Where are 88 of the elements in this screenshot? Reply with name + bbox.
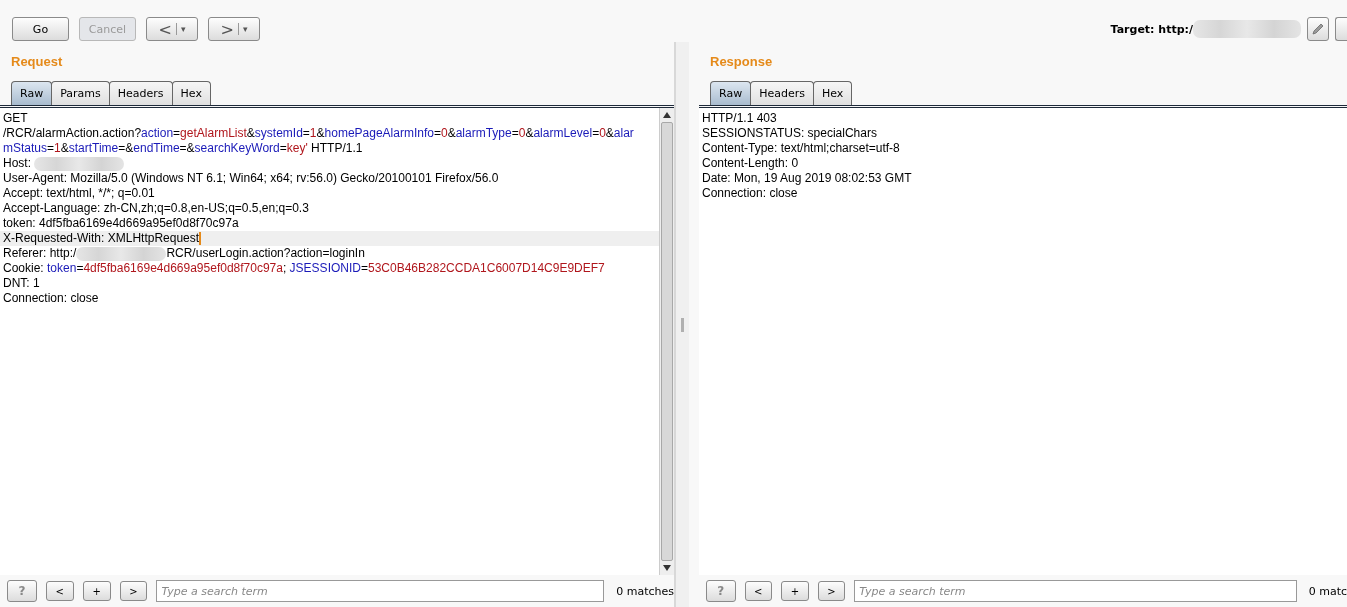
code-text: = xyxy=(47,141,55,156)
code-text: HTTP/1.1 xyxy=(310,141,363,156)
code-text: Cookie: xyxy=(3,261,45,276)
text-cursor xyxy=(199,232,202,245)
code-text: 1 xyxy=(309,126,317,141)
help-button[interactable] xyxy=(1335,17,1347,41)
code-text: User-Agent: Mozilla/5.0 (Windows NT 6.1; Win64; x64; rv:56.0) Gecko/20100101 Firefox/56.0 xyxy=(3,171,499,186)
code-text: homePageAlarmInfo xyxy=(324,126,434,141)
code-text: = xyxy=(592,126,600,141)
code-text: & xyxy=(525,126,534,141)
scrollbar[interactable] xyxy=(659,108,674,575)
search-field[interactable]: Type a search term xyxy=(854,580,1297,602)
code-text: mStatus xyxy=(3,141,47,156)
code-text: =& xyxy=(179,141,195,156)
history-button[interactable]: > ▾ xyxy=(208,17,260,41)
code-text: 1 xyxy=(54,141,61,156)
code-text: & xyxy=(447,126,456,141)
code-text: startTime xyxy=(68,141,119,156)
code-text: = xyxy=(279,141,287,156)
code-text: Accept: text/html, */*; q=0.01 xyxy=(3,186,155,201)
code-text: DNT: 1 xyxy=(3,276,40,291)
code-text: = xyxy=(302,126,310,141)
code-text: JSESSIONID xyxy=(289,261,361,276)
tab[interactable]: Headers xyxy=(750,81,814,105)
previous-button[interactable]: < xyxy=(45,581,74,601)
code-text: /RCR/alarmAction.action? xyxy=(3,126,142,141)
pane-title: Response xyxy=(709,53,774,68)
pencil-icon xyxy=(1311,22,1325,36)
code-text: endTime xyxy=(133,141,180,156)
code-text: & xyxy=(60,141,69,156)
code-text: =& xyxy=(118,141,134,156)
code-text: Accept-Language: zh-CN,zh;q=0.8,en-US;q=0.5,en;q=0.3 xyxy=(3,201,309,216)
code-text: token xyxy=(47,261,77,276)
previous-button[interactable]: < xyxy=(744,581,773,601)
text-editor[interactable]: HTTP/1.1 403 SESSIONSTATUS: specialChars Content-Type: text/html;charset=utf-8 Content-Length: 0 Date: Mon, 19 Aug 2019 08:02:53 GMT Connection: close xyxy=(699,108,1347,575)
code-text: 0 xyxy=(441,126,448,141)
tab[interactable]: Params xyxy=(51,81,110,105)
code-text: Date: Mon, 19 Aug 2019 08:02:53 GMT xyxy=(702,171,912,186)
code-text: & xyxy=(246,126,255,141)
tab[interactable]: Headers xyxy=(108,81,173,105)
code-text: RCR/userLogin.action?action=loginIn xyxy=(166,246,365,261)
code-text: Connection: close xyxy=(3,291,99,306)
code-text: key' xyxy=(286,141,308,156)
code-text: Content-Type: text/html;charset=utf-8 xyxy=(702,141,900,156)
code-text: SESSIONSTATUS: specialChars xyxy=(702,126,877,141)
code-text: 0 xyxy=(599,126,606,141)
code-text: X-Requested-With: XMLHttpRequest xyxy=(3,231,200,246)
toolbar-button[interactable]: Go xyxy=(12,17,69,41)
code-text: 4df5fba6169e4d669a95ef0d8f70c97a xyxy=(83,261,283,276)
code-text: Connection: close xyxy=(702,186,798,201)
code-text: & xyxy=(316,126,325,141)
code-text: = xyxy=(173,126,181,141)
tab[interactable]: Hex xyxy=(171,81,211,105)
code-text: alar xyxy=(613,126,634,141)
code-text: = xyxy=(360,261,368,276)
code-text: 0 xyxy=(518,126,526,141)
code-text: searchKeyWord xyxy=(194,141,280,156)
code-text: = xyxy=(76,261,84,276)
next-button[interactable]: > xyxy=(817,581,846,601)
match-count: 0 matc xyxy=(1307,584,1347,598)
target-label: Target: http:/ xyxy=(1110,22,1193,36)
code-text: getAlarmList xyxy=(180,126,247,141)
code-text: Host: xyxy=(3,156,32,171)
code-text: action xyxy=(141,126,174,141)
code-text: 53C0B46B282CCDA1C6007D14C9E9DEF7 xyxy=(368,261,605,276)
next-button[interactable]: > xyxy=(119,581,148,601)
code-text: = xyxy=(433,126,441,141)
code-text: GET xyxy=(3,111,28,126)
search-field[interactable]: Type a search term xyxy=(156,580,605,602)
code-text: token: 4df5fba6169e4d669a95ef0d8f70c97a xyxy=(3,216,239,231)
code-text: ; xyxy=(282,261,288,276)
tab[interactable]: Raw xyxy=(710,81,752,105)
code-text: = xyxy=(511,126,519,141)
history-button[interactable]: < ▾ xyxy=(146,17,198,41)
pane-title: Request xyxy=(10,53,64,68)
code-text: alarmType xyxy=(455,126,512,141)
code-text: HTTP/1.1 403 xyxy=(702,111,777,126)
add-button[interactable]: + xyxy=(82,581,111,601)
code-text: & xyxy=(605,126,614,141)
tab[interactable]: Hex xyxy=(812,81,853,105)
add-button[interactable]: + xyxy=(781,581,809,601)
edit-button[interactable] xyxy=(1307,17,1329,41)
code-text: Referer: http:/ xyxy=(3,246,77,261)
code-text: alarmLevel xyxy=(533,126,593,141)
tab[interactable]: Raw xyxy=(11,81,53,105)
code-text: systemId xyxy=(254,126,303,141)
code-text: Content-Length: 0 xyxy=(702,156,799,171)
match-count: 0 matches xyxy=(615,584,674,598)
